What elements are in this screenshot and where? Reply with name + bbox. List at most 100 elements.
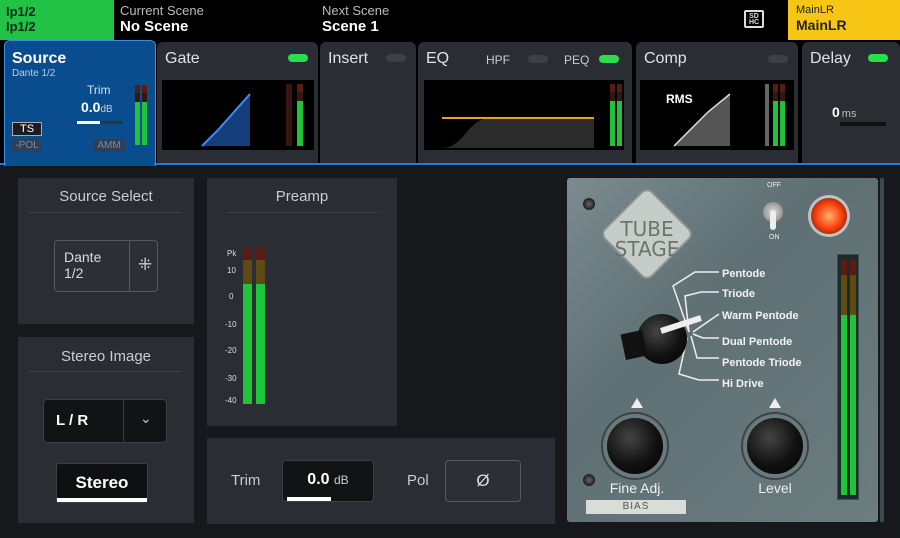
pol-badge[interactable]: -POL (12, 139, 42, 152)
source-select-panel: Source Select Dante 1/2 ⁜ (18, 178, 194, 324)
source-select-title: Source Select (59, 188, 153, 205)
channel-tag[interactable]: Ip1/2 Ip1/2 (0, 0, 114, 40)
trim-label: Trim (87, 83, 111, 97)
tab-source[interactable]: Source Dante 1/2 Trim 0.0dB TS -POL AMM (4, 40, 156, 166)
preamp-trim-label: Trim (231, 472, 261, 489)
tab-gate[interactable]: Gate (157, 42, 318, 164)
pol-button[interactable]: Ø (445, 460, 521, 502)
delay-enable-led[interactable] (868, 54, 888, 62)
stereo-mode-divider (123, 400, 124, 442)
tab-insert[interactable]: Insert (320, 42, 416, 164)
next-scene-value: Scene 1 (322, 18, 379, 35)
peq-label: PEQ (564, 53, 590, 67)
channel-tag-line1: Ip1/2 (6, 4, 36, 19)
source-meter-right (142, 85, 147, 145)
delay-bar (840, 122, 886, 126)
eq-graph (424, 80, 624, 150)
stereo-image-rule (30, 371, 182, 372)
plugin-meter-right (850, 259, 856, 495)
plugin-scroll-edge (880, 178, 884, 522)
comp-meter-left (773, 84, 778, 146)
comp-enable-led[interactable] (768, 55, 788, 63)
preamp-panel: Preamp Pk 10 0 -10 -20 -30 -40 (207, 178, 397, 426)
comp-title: Comp (644, 50, 687, 67)
option-pentode[interactable]: Pentode (722, 268, 765, 280)
comp-graph: RMS (640, 80, 794, 150)
insert-title: Insert (328, 50, 369, 67)
source-subtitle: Dante 1/2 (12, 68, 56, 79)
preamp-trim-control[interactable]: 0.0 dB (282, 460, 374, 502)
comp-meter-right (780, 84, 785, 146)
mode-selector-knob[interactable] (620, 314, 702, 364)
trim-unit: dB (100, 104, 113, 115)
stereo-mode-value: L / R (56, 412, 89, 429)
peq-led[interactable] (599, 55, 619, 63)
preamp-meter-right (256, 248, 265, 404)
network-icon[interactable]: ⁜ (138, 255, 152, 275)
bias-label: BIAS (586, 500, 686, 514)
option-triode[interactable]: Triode (722, 288, 755, 300)
gate-enable-led[interactable] (288, 54, 308, 62)
source-select-divider (129, 241, 130, 291)
option-hi-drive[interactable]: Hi Drive (722, 378, 764, 390)
stereo-image-panel: Stereo Image L / R ⌄ Stereo (18, 337, 194, 523)
stereo-image-title: Stereo Image (60, 348, 152, 365)
option-dual-pentode[interactable]: Dual Pentode (722, 336, 792, 348)
strip-divider-left (0, 163, 6, 165)
mix-selector[interactable]: MainLR MainLR (788, 0, 900, 40)
current-scene-label: Current Scene (120, 3, 204, 18)
delay-value: 0 (832, 104, 840, 120)
next-scene[interactable]: Next Scene Scene 1 (322, 4, 389, 36)
option-warm-pentode[interactable]: Warm Pentode (722, 310, 799, 322)
source-select-value: Dante 1/2 (64, 249, 101, 281)
scale-minus40: -40 (225, 396, 237, 405)
insert-enable-led[interactable] (386, 54, 406, 62)
tab-delay[interactable]: Delay 0 ms (802, 42, 900, 164)
eq-title: EQ (426, 50, 450, 67)
plugin-meter-left (841, 259, 847, 495)
trim-readout: 0.0dB (81, 99, 113, 115)
current-scene-value: No Scene (120, 18, 189, 35)
chevron-down-icon[interactable]: ⌄ (140, 410, 152, 427)
scale-minus30: -30 (225, 374, 237, 383)
preamp-trim-readout: 0.0 dB (283, 471, 373, 489)
stereo-mode-dropdown[interactable]: L / R ⌄ (43, 399, 167, 443)
source-title: Source (12, 50, 67, 67)
gate-meter-in (286, 84, 292, 146)
stereo-button[interactable]: Stereo (56, 463, 148, 503)
sd-card-icon: SD HC (744, 10, 764, 28)
scale-minus20: -20 (225, 346, 237, 355)
level-knob[interactable] (747, 398, 803, 474)
tab-eq[interactable]: EQ HPF PEQ (418, 42, 632, 164)
gate-meter-out (297, 84, 303, 146)
current-scene[interactable]: Current Scene No Scene (120, 3, 204, 36)
tab-comp[interactable]: Comp RMS (636, 42, 798, 164)
eq-curve (442, 117, 594, 148)
switch-on-label: ON (769, 234, 780, 241)
option-pentode-triode[interactable]: Pentode Triode (722, 357, 801, 369)
preamp-title: Preamp (275, 188, 329, 205)
screw-top-left (583, 198, 595, 210)
source-select-button[interactable]: Dante 1/2 ⁜ (54, 240, 158, 292)
level-label: Level (758, 480, 792, 496)
comp-curve (673, 93, 731, 147)
logo-line1: TUBE (620, 217, 674, 241)
preamp-meter-left (243, 248, 252, 404)
trim-value: 0.0 (81, 99, 101, 115)
logo-line2: STAGE (614, 237, 680, 261)
scale-pk: Pk (227, 249, 237, 258)
level-pointer (769, 398, 781, 408)
gate-graph (162, 80, 314, 150)
tube-stage-plugin: TUBE STAGE OFF ON Pentode Triode Warm Pe… (567, 178, 878, 522)
strip-divider (154, 163, 900, 165)
scale-10: 10 (227, 266, 236, 275)
power-switch[interactable] (763, 202, 783, 230)
preamp-rule (227, 212, 377, 213)
ts-badge[interactable]: TS (12, 122, 42, 136)
hpf-led[interactable] (528, 55, 548, 63)
mix-line2: MainLR (796, 17, 847, 33)
fine-adj-knob[interactable] (607, 398, 663, 474)
trim-bar-fill (77, 121, 100, 124)
source-select-value-line2: 1/2 (64, 265, 84, 281)
amm-badge[interactable]: AMM (93, 139, 125, 152)
